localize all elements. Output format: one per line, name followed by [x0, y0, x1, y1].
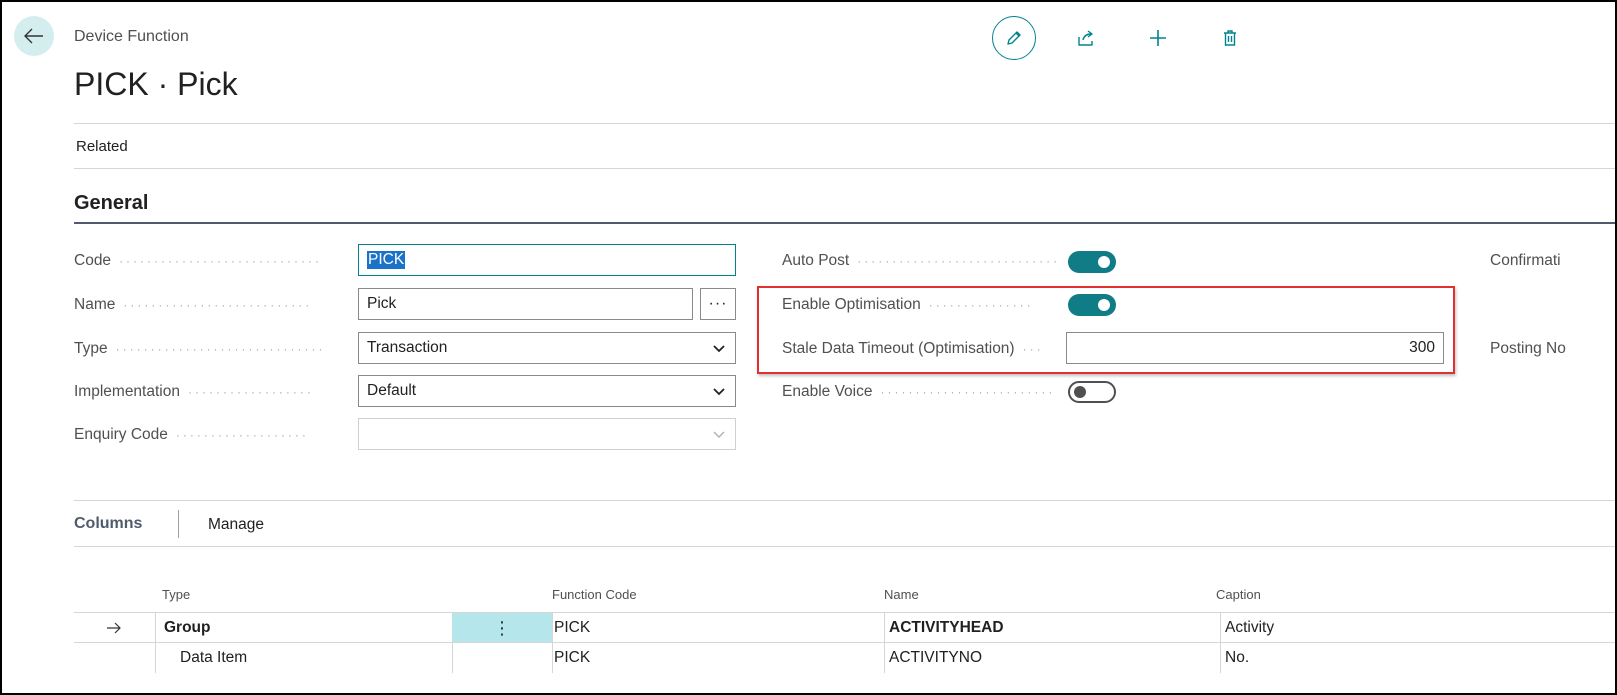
implementation-value: Default	[367, 382, 417, 399]
columns-title[interactable]: Columns	[74, 515, 142, 533]
divider	[74, 500, 1615, 501]
cell-name[interactable]: ACTIVITYNO	[889, 643, 982, 673]
toolbar-separator	[178, 510, 179, 538]
name-label: Name ···························	[74, 296, 313, 313]
column-header-function-code[interactable]: Function Code	[552, 587, 637, 602]
cell-caption[interactable]: No.	[1225, 643, 1249, 673]
manage-menu[interactable]: Manage	[208, 516, 264, 534]
cell-type[interactable]: Data Item	[180, 643, 247, 673]
confirmation-label: Confirmati	[1490, 252, 1561, 269]
divider	[74, 168, 1615, 169]
code-field[interactable]: PICK	[358, 244, 736, 276]
table-row[interactable]: Group ⋮ PICK ACTIVITYHEAD Activity	[74, 612, 1615, 643]
auto-post-label: Auto Post ·······························	[782, 252, 1060, 269]
cell-caption[interactable]: Activity	[1225, 613, 1274, 643]
row-selected-indicator	[106, 613, 122, 643]
enable-voice-toggle[interactable]	[1068, 381, 1116, 403]
chevron-down-icon	[713, 345, 725, 353]
column-header-type[interactable]: Type	[162, 587, 190, 602]
delete-button[interactable]	[1208, 16, 1252, 60]
section-underline	[74, 222, 1615, 224]
plus-icon	[1150, 30, 1166, 46]
enquiry-code-select[interactable]	[358, 418, 736, 450]
stale-timeout-value: 300	[1409, 339, 1435, 356]
column-header-name[interactable]: Name	[884, 587, 919, 602]
implementation-select[interactable]: Default	[358, 375, 736, 407]
back-button[interactable]	[14, 16, 54, 56]
name-field[interactable]: Pick	[358, 288, 693, 320]
page-frame: Device Function PICK · Pick Related Gene…	[0, 0, 1617, 695]
table-row[interactable]: Data Item PICK ACTIVITYNO No.	[74, 642, 1615, 673]
divider	[74, 123, 1615, 124]
implementation-label: Implementation ··················	[74, 383, 314, 400]
cell-function-code[interactable]: PICK	[554, 643, 590, 673]
enable-voice-label: Enable Voice ·························	[782, 383, 1056, 400]
chevron-down-icon	[713, 431, 725, 438]
arrow-left-icon	[24, 28, 43, 44]
page-title: PICK · Pick	[74, 66, 238, 102]
code-label: Code ·····························	[74, 252, 322, 269]
code-value: PICK	[367, 251, 406, 269]
share-button[interactable]	[1064, 16, 1108, 60]
column-header-caption[interactable]: Caption	[1216, 587, 1261, 602]
more-vertical-icon: ⋮	[493, 617, 511, 638]
trash-icon	[1224, 30, 1236, 46]
enable-optimisation-label: Enable Optimisation ···············	[782, 296, 1034, 313]
auto-post-toggle[interactable]	[1068, 251, 1116, 273]
action-bar	[992, 16, 1280, 60]
section-title-general[interactable]: General	[74, 192, 148, 215]
share-icon	[1078, 30, 1093, 46]
name-value: Pick	[367, 295, 397, 312]
cell-name[interactable]: ACTIVITYHEAD	[889, 613, 1004, 643]
type-value: Transaction	[367, 339, 448, 356]
divider	[74, 546, 1615, 547]
new-button[interactable]	[1136, 16, 1180, 60]
cell-function-code[interactable]: PICK	[554, 613, 590, 643]
name-assist-button[interactable]: ···	[700, 288, 736, 320]
pencil-icon	[1007, 31, 1021, 45]
related-menu[interactable]: Related	[76, 138, 128, 155]
cell-type[interactable]: Group	[164, 613, 211, 643]
page-caption: Device Function	[74, 28, 189, 45]
stale-timeout-label: Stale Data Timeout (Optimisation) ···	[782, 340, 1044, 357]
type-select[interactable]: Transaction	[358, 332, 736, 364]
edit-button[interactable]	[992, 16, 1036, 60]
arrow-right-icon	[107, 622, 121, 634]
enquiry-code-label: Enquiry Code ···················	[74, 426, 309, 443]
enable-optimisation-toggle[interactable]	[1068, 294, 1116, 316]
posting-label: Posting No	[1490, 340, 1566, 357]
chevron-down-icon	[713, 388, 725, 396]
stale-timeout-field[interactable]: 300	[1066, 332, 1444, 364]
row-menu-button[interactable]: ⋮	[452, 613, 552, 643]
type-label: Type ······························	[74, 340, 326, 357]
